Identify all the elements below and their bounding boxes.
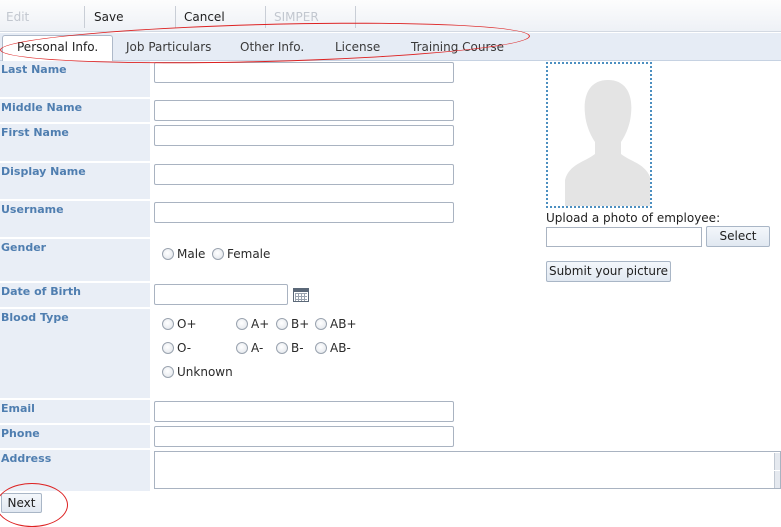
radio-button[interactable] (162, 318, 174, 330)
row-divider (0, 307, 150, 309)
radio-button[interactable] (315, 318, 327, 330)
calendar-grid (295, 293, 307, 301)
toolbar: Edit Save Cancel SIMPER (0, 0, 781, 32)
radio-button[interactable] (276, 318, 288, 330)
scroll-up-button[interactable] (774, 453, 780, 470)
row-divider (0, 122, 150, 124)
address-label: Address (1, 452, 52, 465)
date-of-birth-field[interactable] (154, 284, 288, 305)
radio-label: AB+ (330, 317, 357, 331)
middle-name-label: Middle Name (1, 101, 83, 114)
radio-label: B- (291, 341, 304, 355)
radio-button[interactable] (162, 248, 174, 260)
gender-label: Gender (1, 241, 47, 254)
row-divider (0, 237, 150, 239)
display-name-label: Display Name (1, 165, 86, 178)
blood-type-option-a-neg[interactable]: A- (236, 341, 263, 355)
row-divider (0, 448, 150, 450)
first-name-label: First Name (1, 126, 69, 139)
email-label: Email (1, 402, 35, 415)
radio-label: A- (251, 341, 264, 355)
blood-type-option-ab-neg[interactable]: AB- (315, 341, 351, 355)
display-name-field[interactable] (154, 164, 454, 185)
row-divider (0, 398, 150, 400)
last-name-field[interactable] (154, 62, 454, 83)
date-of-birth-label: Date of Birth (1, 285, 81, 298)
phone-label: Phone (1, 427, 40, 440)
edit-button[interactable]: Edit (6, 4, 29, 30)
toolbar-separator (84, 6, 85, 28)
photo-file-path-input[interactable] (546, 227, 702, 247)
radio-button[interactable] (162, 342, 174, 354)
blood-type-label: Blood Type (1, 311, 69, 324)
row-divider (0, 281, 150, 283)
blood-type-option-ab-pos[interactable]: AB+ (315, 317, 357, 331)
blood-type-option-b-neg[interactable]: B- (276, 341, 304, 355)
calendar-icon[interactable] (293, 288, 309, 302)
radio-button[interactable] (212, 248, 224, 260)
row-divider (0, 97, 150, 99)
tab-job-particulars[interactable]: Job Particulars (126, 40, 211, 54)
submit-picture-button[interactable]: Submit your picture (546, 261, 671, 282)
tab-training-course[interactable]: Training Course (411, 40, 504, 54)
upload-photo-label: Upload a photo of employee: (546, 211, 721, 225)
scroll-down-button[interactable] (774, 471, 780, 488)
radio-label: Male (177, 247, 206, 261)
radio-button[interactable] (162, 366, 174, 378)
blood-type-option-unknown[interactable]: Unknown (162, 365, 233, 379)
radio-button[interactable] (276, 342, 288, 354)
toolbar-separator (265, 6, 266, 28)
next-button[interactable]: Next (1, 493, 42, 513)
row-divider (0, 161, 150, 163)
middle-name-field[interactable] (154, 100, 454, 121)
blood-type-option-a-pos[interactable]: A+ (236, 317, 269, 331)
simper-button[interactable]: SIMPER (274, 4, 319, 30)
toolbar-separator (175, 6, 176, 28)
tab-personal-info[interactable]: Personal Info. (2, 35, 114, 62)
username-field[interactable] (154, 202, 454, 223)
radio-label: O- (177, 341, 192, 355)
tab-bar: Personal Info. Job Particulars Other Inf… (0, 33, 781, 62)
cancel-button[interactable]: Cancel (184, 4, 225, 30)
radio-button[interactable] (315, 342, 327, 354)
first-name-field[interactable] (154, 125, 454, 146)
save-button[interactable]: Save (94, 4, 123, 30)
phone-field[interactable] (154, 426, 454, 447)
address-textarea[interactable] (154, 451, 781, 489)
gender-option-female[interactable]: Female (212, 247, 270, 261)
tab-license[interactable]: License (335, 40, 380, 54)
blood-type-option-o-pos[interactable]: O+ (162, 317, 197, 331)
blood-type-option-o-neg[interactable]: O- (162, 341, 191, 355)
radio-label: A+ (251, 317, 270, 331)
tab-other-info[interactable]: Other Info. (240, 40, 304, 54)
radio-label: B+ (291, 317, 310, 331)
select-photo-button[interactable]: Select (706, 226, 770, 247)
radio-button[interactable] (236, 318, 248, 330)
employee-photo (546, 62, 652, 208)
last-name-label: Last Name (1, 63, 67, 76)
radio-label: O+ (177, 317, 197, 331)
radio-label: AB- (330, 341, 351, 355)
row-divider (0, 199, 150, 201)
row-divider (0, 423, 150, 425)
person-silhouette-icon (565, 80, 650, 206)
email-field[interactable] (154, 401, 454, 422)
username-label: Username (1, 203, 64, 216)
gender-option-male[interactable]: Male (162, 247, 205, 261)
toolbar-separator (355, 6, 356, 28)
radio-label: Unknown (177, 365, 233, 379)
blood-type-option-b-pos[interactable]: B+ (276, 317, 309, 331)
radio-button[interactable] (236, 342, 248, 354)
radio-label: Female (227, 247, 271, 261)
